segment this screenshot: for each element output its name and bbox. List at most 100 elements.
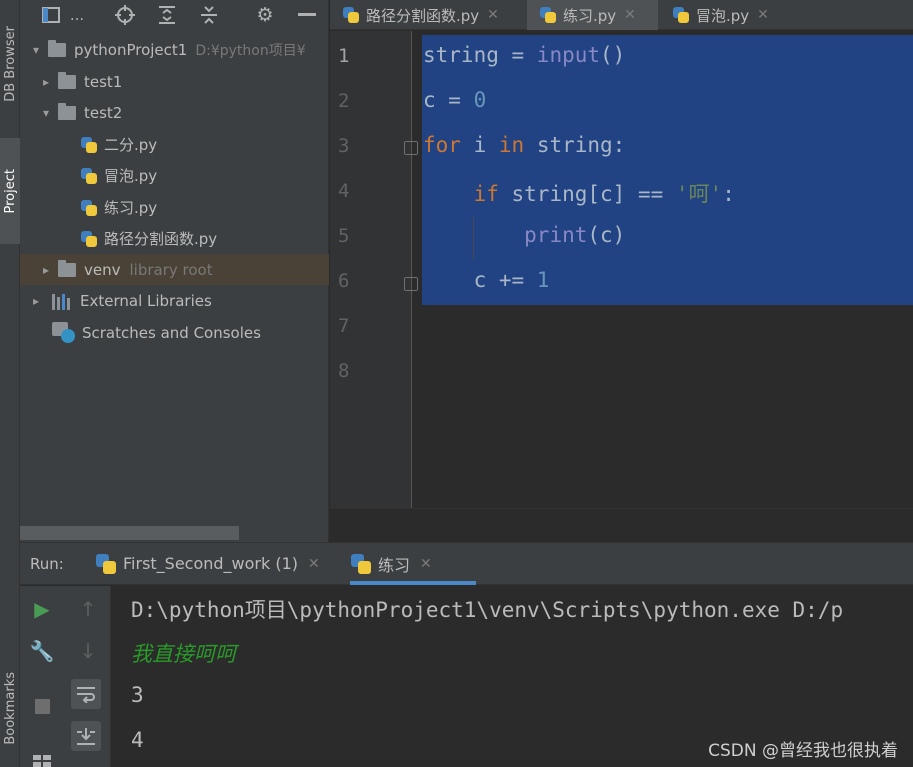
python-file-icon (539, 6, 557, 24)
tree-item-pythonproject1[interactable]: ▾ pythonProject1 D:¥python项目¥ (20, 34, 329, 65)
tree-item-label: Scratches and Consoles (82, 323, 261, 342)
console-output-line: 4 (131, 728, 144, 752)
watermark-text: CSDN @曾经我也很执着 (708, 741, 898, 761)
python-file-icon (350, 553, 372, 575)
line-number: 6 (338, 270, 350, 292)
scratches-icon (52, 321, 76, 344)
code-line-4: if string[c] == '呵': (473, 182, 735, 206)
bookmarks-tab[interactable]: Bookmarks (0, 650, 20, 767)
tree-item-file[interactable]: 练习.py (20, 192, 329, 223)
editor-tab-lianxi[interactable]: 练习.py ✕ (527, 0, 658, 30)
run-toolwindow-header: Run: First_Second_work (1) ✕ 练习 ✕ (20, 542, 913, 585)
line-number: 3 (338, 135, 350, 157)
folder-icon (48, 39, 66, 57)
chevron-right-icon[interactable]: ▸ (38, 74, 54, 90)
python-file-icon (80, 136, 98, 154)
code-line-1: string = input() (423, 43, 626, 67)
editor-tab-label: 练习.py (563, 6, 617, 25)
run-label: Run: (30, 555, 64, 573)
arrow-up-icon[interactable]: ↑ (73, 594, 103, 624)
project-view-dropdown[interactable]: ... (64, 2, 90, 28)
folder-icon (58, 259, 76, 277)
chevron-right-icon[interactable]: ▸ (28, 293, 44, 309)
tree-item-label: test1 (84, 72, 123, 91)
tree-item-file[interactable]: 二分.py (20, 129, 329, 160)
editor-bottom-area (330, 508, 913, 542)
active-tab-indicator (350, 581, 476, 585)
python-file-icon (672, 6, 690, 24)
tree-item-label: 路径分割函数.py (104, 230, 218, 248)
editor-tab-maopao[interactable]: 冒泡.py ✕ (660, 0, 790, 30)
close-icon[interactable]: ✕ (757, 7, 769, 23)
tree-item-label: External Libraries (80, 291, 212, 310)
python-file-icon (342, 6, 360, 24)
wrench-icon[interactable]: 🔧 (27, 636, 57, 666)
editor-tab-bar: 路径分割函数.py ✕ 练习.py ✕ 冒泡.py ✕ (330, 0, 913, 30)
tree-item-test2[interactable]: ▾ test2 (20, 97, 329, 128)
code-line-5: print(c) (524, 223, 626, 247)
python-file-icon (80, 167, 98, 185)
python-file-icon (95, 553, 117, 575)
hide-panel-icon[interactable] (294, 2, 320, 28)
line-gutter: 1 2 3 4 5 6 7 8 (330, 31, 418, 508)
db-browser-label: DB Browser (2, 26, 18, 102)
left-tool-strip: DB Browser Project Bookmarks (0, 0, 20, 767)
project-tab[interactable]: Project (0, 138, 20, 244)
folder-icon (58, 71, 76, 89)
project-view-icon[interactable] (38, 2, 64, 28)
project-path-hint: D:¥python项目¥ (195, 42, 306, 59)
db-browser-tab[interactable]: DB Browser (0, 0, 20, 128)
select-opened-file-icon[interactable] (112, 2, 138, 28)
chevron-down-icon[interactable]: ▾ (38, 105, 54, 121)
code-line-2: c = 0 (423, 88, 487, 112)
editor-tab-lujing[interactable]: 路径分割函数.py ✕ (330, 0, 526, 30)
close-icon[interactable]: ✕ (487, 7, 499, 23)
tree-item-scratches[interactable]: Scratches and Consoles (20, 317, 329, 348)
project-toolbar: ... ⚙ (20, 0, 329, 30)
line-number: 4 (338, 180, 350, 202)
code-line-3: for i in string: (423, 133, 626, 157)
folder-icon (58, 102, 76, 120)
soft-wrap-icon[interactable] (71, 679, 101, 709)
tree-item-label: test2 (84, 103, 123, 122)
horizontal-scrollbar[interactable] (20, 526, 239, 540)
expand-all-icon[interactable] (154, 2, 180, 28)
run-tab-first-second-work[interactable]: First_Second_work (1) ✕ (95, 543, 320, 584)
console-output-line: 3 (131, 683, 144, 707)
close-icon[interactable]: ✕ (624, 7, 636, 23)
scroll-to-end-icon[interactable] (71, 721, 101, 751)
text-selection (422, 35, 913, 305)
tree-item-label: venv (84, 260, 121, 279)
run-tab-label: First_Second_work (1) (123, 554, 299, 573)
code-line-6: c += 1 (423, 268, 550, 292)
python-file-icon (80, 230, 98, 248)
console-command-line: D:\python项目\pythonProject1\venv\Scripts\… (131, 598, 844, 622)
run-tab-lianxi[interactable]: 练习 ✕ (350, 543, 432, 584)
tree-item-label: 冒泡.py (104, 167, 158, 185)
libraries-icon (52, 292, 74, 310)
tree-item-test1[interactable]: ▸ test1 (20, 66, 329, 97)
library-root-hint: library root (129, 260, 213, 279)
tree-item-file[interactable]: 冒泡.py (20, 160, 329, 191)
code-editor[interactable]: 1 2 3 4 5 6 7 8 string = input() c = 0 f… (330, 31, 913, 508)
tree-item-venv[interactable]: ▸ venv library root (20, 254, 329, 285)
close-icon[interactable]: ✕ (420, 556, 432, 572)
line-number: 1 (338, 45, 350, 67)
rerun-icon[interactable]: ▶ (27, 594, 57, 624)
layout-icon[interactable] (27, 746, 57, 767)
tree-item-label: 二分.py (104, 136, 158, 154)
fold-marker-icon[interactable] (404, 277, 418, 291)
arrow-down-icon[interactable]: ↓ (73, 636, 103, 666)
collapse-all-icon[interactable] (196, 2, 222, 28)
stop-icon[interactable] (27, 691, 57, 721)
tree-item-file[interactable]: 路径分割函数.py (20, 223, 329, 254)
fold-marker-icon[interactable] (404, 141, 418, 155)
chevron-down-icon[interactable]: ▾ (28, 42, 44, 58)
editor-tab-label: 路径分割函数.py (366, 6, 480, 25)
gear-icon[interactable]: ⚙ (252, 2, 278, 28)
tree-item-label: pythonProject1 (74, 40, 188, 59)
tree-item-external-libraries[interactable]: ▸ External Libraries (20, 285, 329, 316)
chevron-right-icon[interactable]: ▸ (38, 262, 54, 278)
console-user-input: 我直接呵呵 (131, 642, 236, 666)
close-icon[interactable]: ✕ (308, 556, 320, 572)
